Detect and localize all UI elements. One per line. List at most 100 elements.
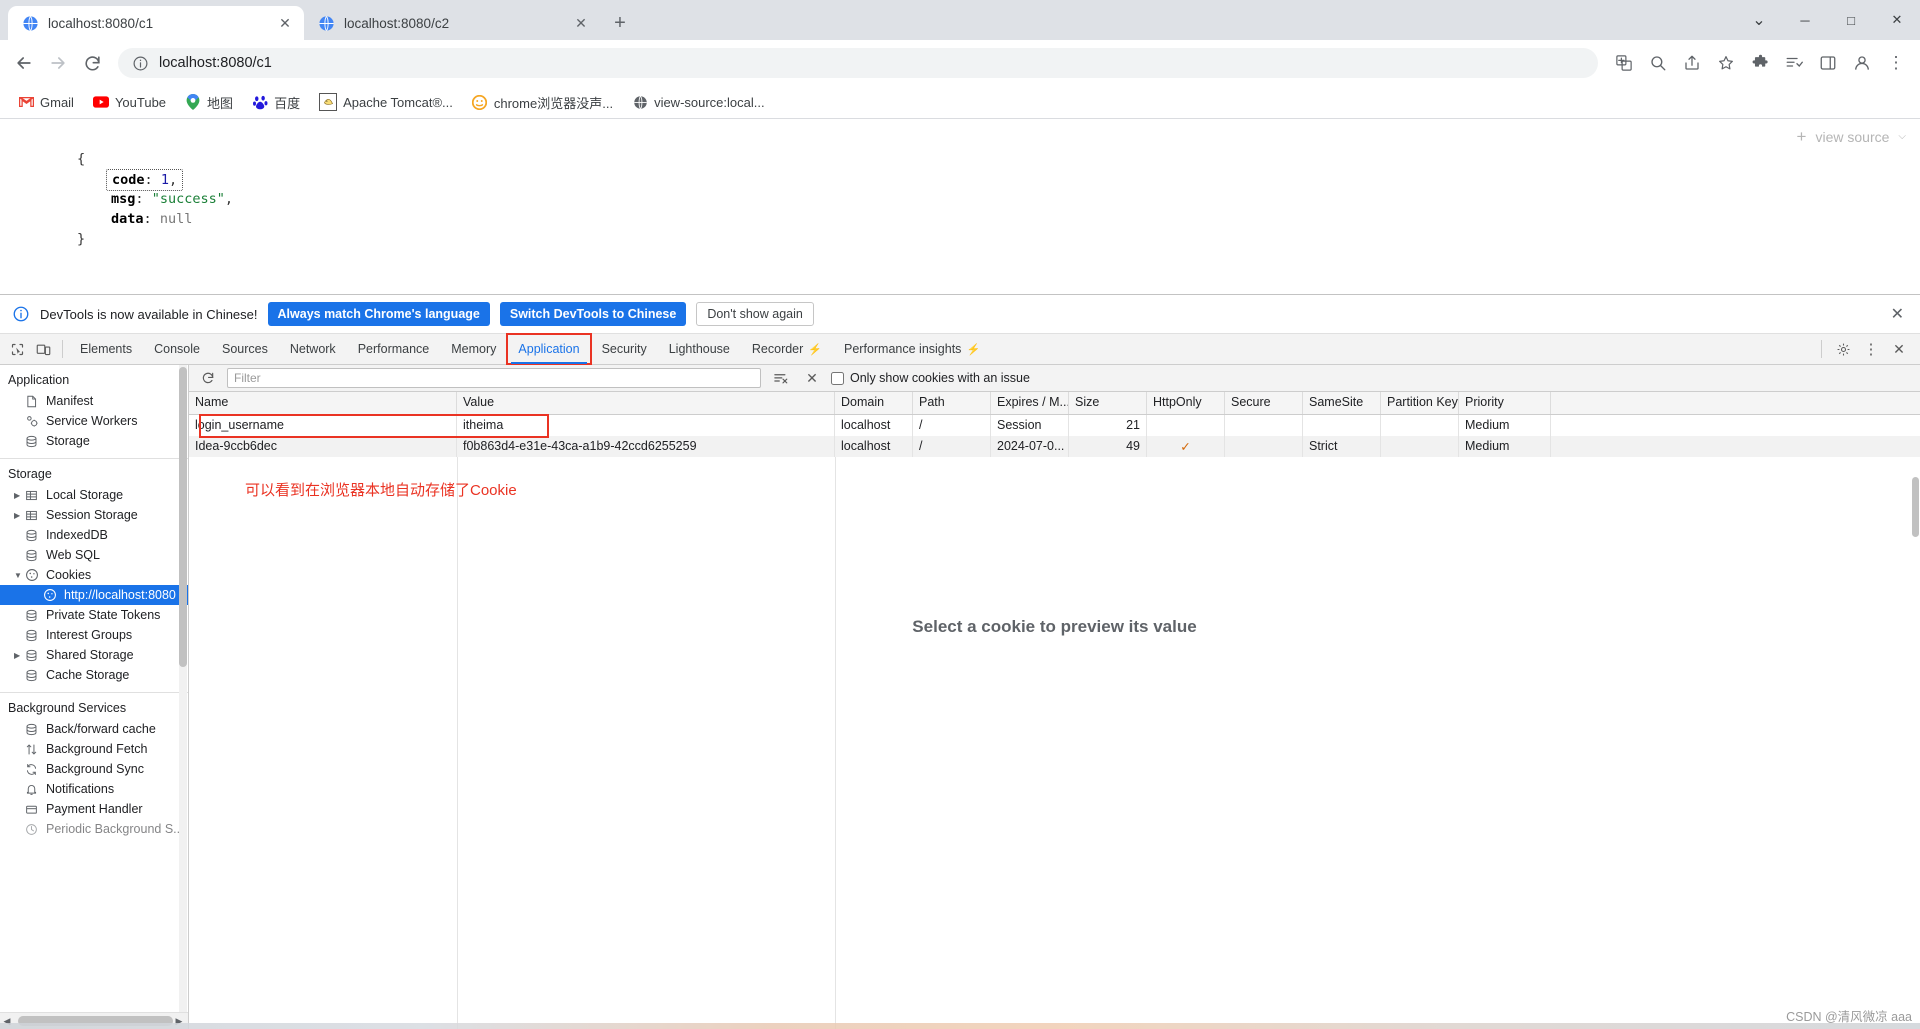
table-row[interactable]: login_username itheima localhost / Sessi…: [189, 415, 1920, 436]
sidebar-scroll-thumb[interactable]: [179, 367, 187, 667]
sidebar-item-periodic-background-sync[interactable]: Periodic Background S...: [0, 819, 188, 839]
tab-application[interactable]: Application: [506, 333, 592, 365]
maximize-button[interactable]: □: [1828, 0, 1874, 40]
sidebar-item-service-workers[interactable]: Service Workers: [0, 411, 188, 431]
sidebar-item-cookie-origin[interactable]: http://localhost:8080: [0, 585, 188, 605]
back-button[interactable]: [8, 47, 40, 79]
extensions-puzzle-icon[interactable]: [1744, 47, 1776, 79]
column-header-expires[interactable]: Expires / M...: [991, 392, 1069, 414]
zoom-icon[interactable]: [1642, 47, 1674, 79]
bookmark-baidu[interactable]: 百度: [244, 90, 308, 115]
chrome-menu-icon[interactable]: ⋮: [1880, 47, 1912, 79]
new-tab-button[interactable]: +: [606, 9, 634, 37]
chevron-right-icon[interactable]: ▶: [14, 511, 23, 520]
profile-avatar-icon[interactable]: [1846, 47, 1878, 79]
view-source-toggle[interactable]: + view source ⌵: [1797, 128, 1906, 145]
tab-elements[interactable]: Elements: [69, 334, 143, 364]
sidebar-item-cache-storage[interactable]: Cache Storage: [0, 665, 188, 685]
share-icon[interactable]: [1676, 47, 1708, 79]
close-devtools-icon[interactable]: ✕: [1886, 336, 1912, 362]
browser-tab-2[interactable]: localhost:8080/c2 ✕: [304, 6, 600, 40]
column-header-domain[interactable]: Domain: [835, 392, 913, 414]
tab-lighthouse[interactable]: Lighthouse: [658, 334, 741, 364]
sidebar-item-payment-handler[interactable]: Payment Handler: [0, 799, 188, 819]
sidebar-item-local-storage[interactable]: ▶ Local Storage: [0, 485, 188, 505]
inspect-element-icon[interactable]: [4, 336, 30, 362]
settings-gear-icon[interactable]: [1830, 336, 1856, 362]
sidebar-item-session-storage[interactable]: ▶ Session Storage: [0, 505, 188, 525]
sidebar-item-background-sync[interactable]: Background Sync: [0, 759, 188, 779]
tab-search-icon[interactable]: ⌄: [1736, 0, 1782, 40]
bookmark-view-source[interactable]: view-source:local...: [624, 91, 773, 113]
chevron-down-icon[interactable]: ▼: [14, 571, 23, 580]
sidebar-item-notifications[interactable]: Notifications: [0, 779, 188, 799]
column-header-value[interactable]: Value: [457, 392, 835, 414]
main-scroll-thumb[interactable]: [1912, 477, 1919, 537]
column-header-path[interactable]: Path: [913, 392, 991, 414]
column-header-partition-key[interactable]: Partition Key: [1381, 392, 1459, 414]
dont-show-again-button[interactable]: Don't show again: [696, 302, 814, 326]
sidebar-item-web-sql[interactable]: Web SQL: [0, 545, 188, 565]
only-show-issues-checkbox-input[interactable]: [831, 371, 844, 385]
translate-icon[interactable]: [1608, 47, 1640, 79]
tab-performance-insights[interactable]: Performance insights ⚡: [833, 334, 991, 364]
close-icon[interactable]: ✕: [276, 14, 294, 32]
always-match-language-button[interactable]: Always match Chrome's language: [267, 302, 490, 326]
sidebar-item-manifest[interactable]: Manifest: [0, 391, 188, 411]
main-vertical-scrollbar[interactable]: [1911, 457, 1920, 1029]
sidebar-item-shared-storage[interactable]: ▶ Shared Storage: [0, 645, 188, 665]
bookmark-star-icon[interactable]: [1710, 47, 1742, 79]
tab-memory[interactable]: Memory: [440, 334, 507, 364]
sidebar-item-storage[interactable]: Storage: [0, 431, 188, 451]
bookmark-youtube[interactable]: YouTube: [85, 91, 174, 113]
bookmark-chrome-no-sound[interactable]: chrome浏览器没声...: [464, 90, 621, 115]
close-window-button[interactable]: ✕: [1874, 0, 1920, 40]
sidebar-item-label: Periodic Background S...: [46, 822, 184, 836]
tab-performance[interactable]: Performance: [347, 334, 441, 364]
clear-all-cookies-icon[interactable]: ✕: [799, 365, 825, 391]
bookmark-gmail[interactable]: Gmail: [10, 91, 82, 113]
tab-console[interactable]: Console: [143, 334, 211, 364]
site-info-icon[interactable]: [132, 55, 149, 72]
clear-filter-icon[interactable]: [767, 365, 793, 391]
tab-network[interactable]: Network: [279, 334, 347, 364]
address-bar[interactable]: localhost:8080/c1: [118, 48, 1598, 78]
device-toolbar-icon[interactable]: [30, 336, 56, 362]
sidebar-item-indexeddb[interactable]: IndexedDB: [0, 525, 188, 545]
minimize-button[interactable]: ─: [1782, 0, 1828, 40]
only-show-issues-checkbox[interactable]: Only show cookies with an issue: [831, 371, 1030, 385]
sidebar-item-private-state-tokens[interactable]: Private State Tokens: [0, 605, 188, 625]
reading-list-icon[interactable]: [1778, 47, 1810, 79]
bookmark-tomcat[interactable]: Apache Tomcat®...: [311, 90, 461, 114]
sidebar-item-back-forward-cache[interactable]: Back/forward cache: [0, 719, 188, 739]
switch-devtools-language-button[interactable]: Switch DevTools to Chinese: [499, 302, 687, 326]
close-icon[interactable]: ✕: [1891, 304, 1908, 324]
cookie-preview-message: Select a cookie to preview its value: [912, 617, 1197, 636]
column-header-name[interactable]: Name: [189, 392, 457, 414]
chevron-right-icon[interactable]: ▶: [14, 491, 23, 500]
sidebar-item-background-fetch[interactable]: Background Fetch: [0, 739, 188, 759]
reload-button[interactable]: [76, 47, 108, 79]
sidebar-item-cookies[interactable]: ▼ Cookies: [0, 565, 188, 585]
sidebar-item-interest-groups[interactable]: Interest Groups: [0, 625, 188, 645]
browser-tab-1[interactable]: localhost:8080/c1 ✕: [8, 6, 304, 40]
column-header-samesite[interactable]: SameSite: [1303, 392, 1381, 414]
column-header-priority[interactable]: Priority: [1459, 392, 1551, 414]
cookies-filter-input[interactable]: Filter: [227, 368, 761, 388]
side-panel-icon[interactable]: [1812, 47, 1844, 79]
json-highlight-box[interactable]: code: 1,: [106, 169, 184, 191]
tab-recorder[interactable]: Recorder ⚡: [741, 334, 833, 364]
tab-sources[interactable]: Sources: [211, 334, 279, 364]
more-vertical-icon[interactable]: ⋮: [1858, 336, 1884, 362]
column-header-secure[interactable]: Secure: [1225, 392, 1303, 414]
column-header-httponly[interactable]: HttpOnly: [1147, 392, 1225, 414]
refresh-icon[interactable]: [195, 365, 221, 391]
table-row[interactable]: Idea-9ccb6dec f0b863d4-e31e-43ca-a1b9-42…: [189, 436, 1920, 457]
chevron-right-icon[interactable]: ▶: [14, 651, 23, 660]
json-token: ,: [168, 172, 178, 188]
forward-button[interactable]: [42, 47, 74, 79]
close-icon[interactable]: ✕: [572, 14, 590, 32]
tab-security[interactable]: Security: [591, 334, 658, 364]
bookmark-maps[interactable]: 地图: [177, 90, 241, 115]
column-header-size[interactable]: Size: [1069, 392, 1147, 414]
